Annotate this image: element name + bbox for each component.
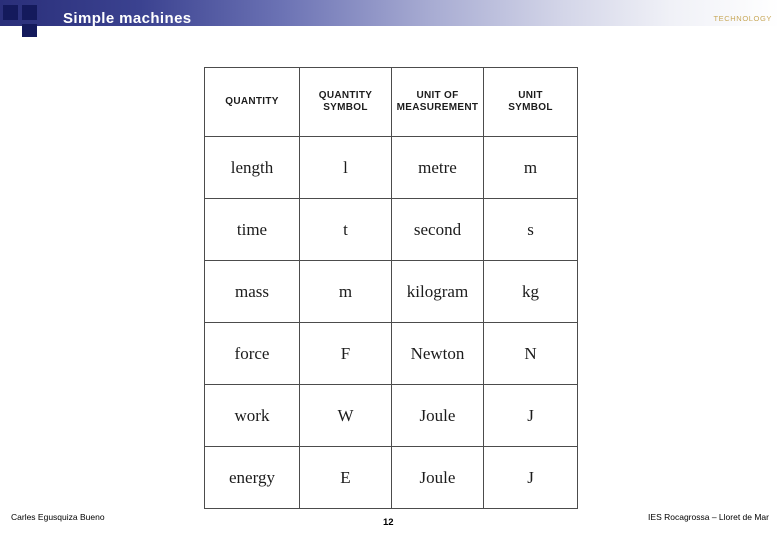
cell-quantity: work [204,384,300,447]
cell-unit-symbol: J [483,384,578,447]
cell-unit-symbol: kg [483,260,578,323]
cell-quantity-symbol: W [299,384,392,447]
column-header-quantity-symbol: QUANTITY SYMBOL [299,67,392,137]
subject-label: TECHNOLOGY [713,14,772,23]
column-header-line: UNIT [518,89,543,101]
header-decor-square-1 [3,5,18,20]
cell-unit-symbol: N [483,322,578,385]
cell-unit: kilogram [391,260,484,323]
table-row: work W Joule J [204,384,578,447]
column-header-line: SYMBOL [508,102,553,113]
units-table: QUANTITY QUANTITY SYMBOL UNIT OF MEASURE… [204,67,578,509]
cell-unit-symbol: s [483,198,578,261]
column-header-line: QUANTITY [318,89,373,101]
cell-unit: metre [391,136,484,199]
cell-quantity: force [204,322,300,385]
column-header-quantity: QUANTITY [204,67,300,137]
table-header-row: QUANTITY QUANTITY SYMBOL UNIT OF MEASURE… [204,67,578,137]
cell-unit-symbol: m [483,136,578,199]
footer-school: IES Rocagrossa – Lloret de Mar [648,512,769,522]
column-header-line: SYMBOL [323,102,368,113]
header-decor-square-3 [22,24,37,37]
cell-quantity: time [204,198,300,261]
cell-quantity-symbol: l [299,136,392,199]
column-header-unit-of-measurement: UNIT OF MEASUREMENT [391,67,484,137]
table-row: force F Newton N [204,322,578,385]
header-decor-square-2 [22,5,37,20]
units-table-container: QUANTITY QUANTITY SYMBOL UNIT OF MEASURE… [204,67,578,509]
column-header-unit-symbol: UNIT SYMBOL [483,67,578,137]
slide-header: Simple machines TECHNOLOGY [0,0,780,37]
cell-quantity-symbol: F [299,322,392,385]
cell-quantity-symbol: t [299,198,392,261]
cell-quantity-symbol: E [299,446,392,509]
cell-unit: Joule [391,384,484,447]
column-header-line: MEASUREMENT [396,102,479,113]
cell-quantity-symbol: m [299,260,392,323]
cell-quantity: length [204,136,300,199]
cell-unit-symbol: J [483,446,578,509]
cell-unit: Newton [391,322,484,385]
page-title: Simple machines [63,10,192,27]
column-header-line: UNIT OF [416,89,459,101]
table-row: time t second s [204,198,578,261]
footer-author: Carles Egusquiza Bueno [11,512,105,522]
column-header-line: QUANTITY [225,95,279,107]
table-row: mass m kilogram kg [204,260,578,323]
cell-quantity: mass [204,260,300,323]
cell-unit: Joule [391,446,484,509]
footer-page-number: 12 [383,517,394,528]
table-row: energy E Joule J [204,446,578,509]
table-row: length l metre m [204,136,578,199]
cell-quantity: energy [204,446,300,509]
cell-unit: second [391,198,484,261]
